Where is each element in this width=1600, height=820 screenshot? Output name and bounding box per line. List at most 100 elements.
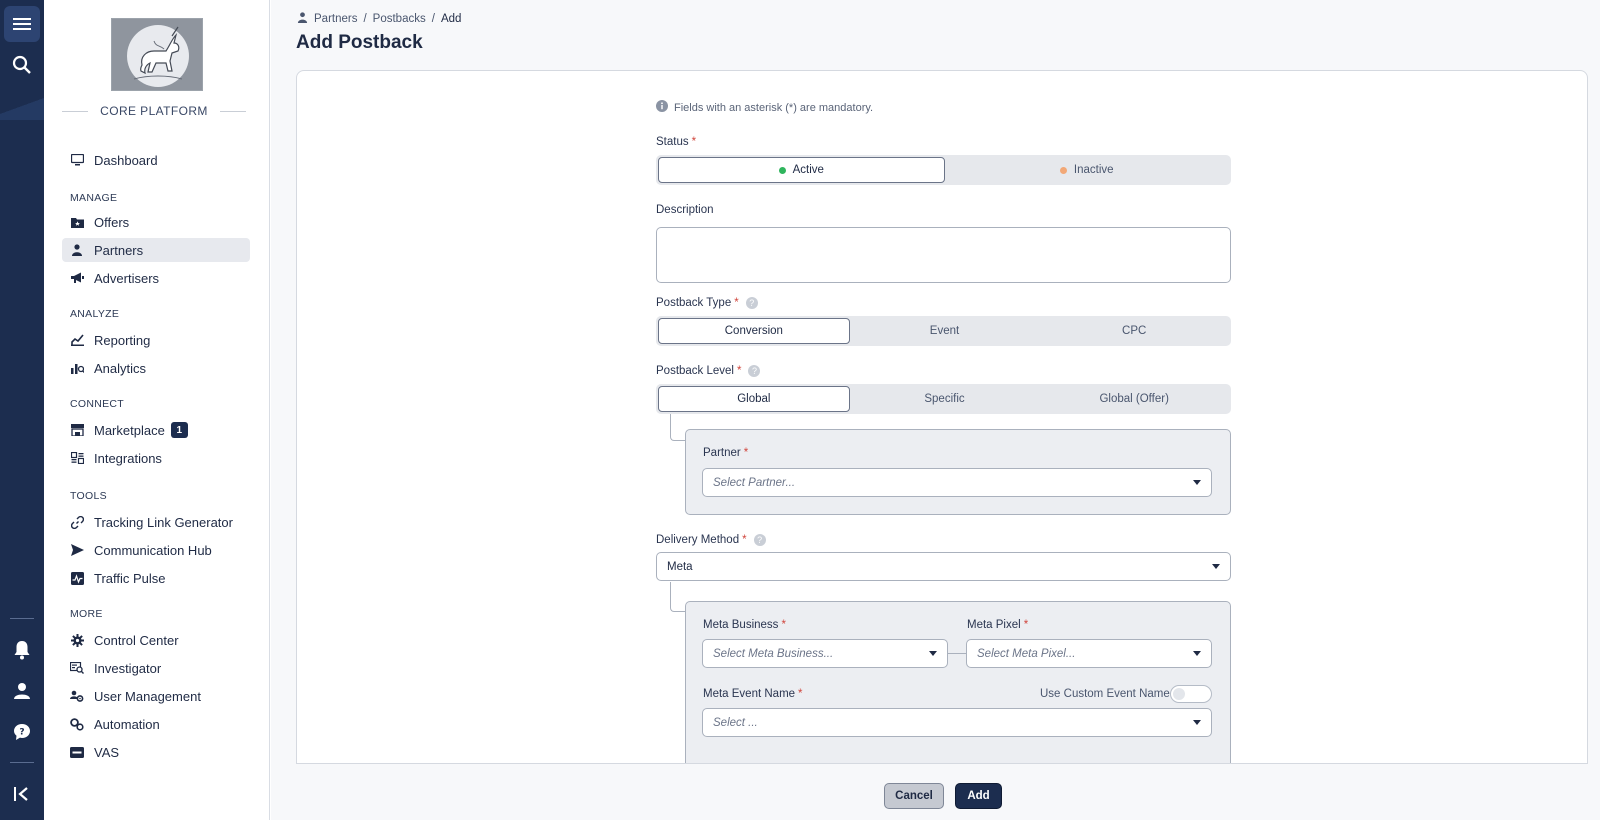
automation-icon bbox=[70, 717, 84, 731]
meta-business-select[interactable]: Select Meta Business... bbox=[702, 639, 948, 668]
add-button[interactable]: Add bbox=[955, 783, 1002, 809]
option-label: Global bbox=[737, 393, 771, 405]
status-option-active[interactable]: Active bbox=[658, 157, 945, 183]
sidebar-item-advertisers[interactable]: Advertisers bbox=[62, 266, 250, 290]
link-icon bbox=[70, 515, 84, 529]
chevron-down-icon bbox=[1193, 720, 1201, 725]
required-mark: * bbox=[737, 365, 742, 377]
sidebar-item-partners[interactable]: Partners bbox=[62, 238, 250, 262]
investigator-icon bbox=[70, 661, 84, 675]
profile-button[interactable] bbox=[8, 677, 36, 705]
megaphone-icon bbox=[70, 271, 84, 285]
postback-type-toggle: Conversion Event CPC bbox=[656, 316, 1231, 346]
meta-business-label: Meta Business * bbox=[703, 619, 786, 631]
help-icon[interactable]: ? bbox=[745, 297, 758, 309]
sidebar-item-label: Integrations bbox=[94, 450, 162, 466]
delivery-method-select[interactable]: Meta bbox=[656, 552, 1231, 581]
postback-type-option-cpc[interactable]: CPC bbox=[1039, 318, 1229, 344]
sidebar-item-dashboard[interactable]: Dashboard bbox=[62, 148, 250, 172]
section-title-tools: TOOLS bbox=[70, 490, 107, 502]
meta-subpanel: Meta Business * Select Meta Business... M… bbox=[685, 601, 1231, 763]
custom-event-toggle[interactable] bbox=[1170, 685, 1212, 703]
label-text: Meta Event Name bbox=[703, 688, 796, 700]
svg-text:?: ? bbox=[19, 728, 24, 738]
help-button[interactable]: ? bbox=[8, 718, 36, 746]
status-option-inactive[interactable]: Inactive bbox=[945, 157, 1230, 183]
partner-icon bbox=[297, 12, 308, 26]
help-icon[interactable]: ? bbox=[748, 365, 761, 377]
partner-label: Partner * bbox=[703, 447, 748, 459]
description-label: Description bbox=[656, 204, 714, 216]
meta-pixel-label: Meta Pixel * bbox=[967, 619, 1028, 631]
sidebar-item-label: Offers bbox=[94, 214, 130, 230]
sidebar-item-label: Investigator bbox=[94, 660, 162, 676]
required-mark: * bbox=[1023, 619, 1029, 631]
tree-connector bbox=[670, 414, 686, 441]
unicorn-logo-image bbox=[112, 19, 202, 90]
collapse-sidebar-button[interactable] bbox=[8, 780, 36, 808]
label-text: Delivery Method bbox=[656, 534, 740, 546]
sidebar-item-traffic-pulse[interactable]: Traffic Pulse bbox=[62, 566, 250, 590]
search-button[interactable] bbox=[8, 51, 36, 79]
select-placeholder: Select Meta Pixel... bbox=[977, 647, 1076, 660]
postback-type-option-conversion[interactable]: Conversion bbox=[658, 318, 850, 344]
sidebar-item-label: Dashboard bbox=[94, 152, 158, 168]
rail-accent bbox=[0, 92, 44, 120]
help-icon[interactable]: ? bbox=[753, 534, 766, 546]
chevron-down-icon bbox=[1193, 651, 1201, 656]
brand-divider-right bbox=[219, 110, 246, 112]
breadcrumb-postbacks-link[interactable]: Postbacks bbox=[373, 13, 426, 25]
meta-event-name-select[interactable]: Select ... bbox=[702, 708, 1212, 737]
custom-event-label: Use Custom Event Name bbox=[1040, 688, 1170, 700]
notifications-button[interactable] bbox=[8, 636, 36, 664]
select-placeholder: Select Meta Business... bbox=[713, 647, 834, 660]
label-text: Use Custom Event Name bbox=[1040, 688, 1170, 700]
rail-divider bbox=[10, 762, 34, 763]
cancel-button[interactable]: Cancel bbox=[884, 783, 944, 809]
description-textarea[interactable] bbox=[656, 227, 1231, 283]
chart-icon bbox=[70, 333, 84, 347]
option-label: CPC bbox=[1122, 325, 1147, 337]
option-label: Global (Offer) bbox=[1099, 393, 1169, 405]
postback-level-toggle: Global Specific Global (Offer) bbox=[656, 384, 1231, 414]
sidebar-item-control-center[interactable]: Control Center bbox=[62, 628, 250, 652]
sidebar-item-marketplace[interactable]: Marketplace 1 bbox=[62, 418, 250, 442]
sidebar-item-vas[interactable]: VAS bbox=[62, 740, 250, 764]
required-mark: * bbox=[742, 534, 747, 546]
postback-level-option-global-offer[interactable]: Global (Offer) bbox=[1039, 386, 1229, 412]
sidebar-item-communication-hub[interactable]: Communication Hub bbox=[62, 538, 250, 562]
sidebar-item-label: Advertisers bbox=[94, 270, 160, 286]
partner-select[interactable]: Select Partner... bbox=[702, 468, 1212, 497]
postback-level-option-specific[interactable]: Specific bbox=[850, 386, 1040, 412]
meta-event-name-label: Meta Event Name * bbox=[703, 688, 803, 700]
sidebar-item-integrations[interactable]: Integrations bbox=[62, 446, 250, 470]
sidebar-item-automation[interactable]: Automation bbox=[62, 712, 250, 736]
sidebar-item-reporting[interactable]: Reporting bbox=[62, 328, 250, 352]
menu-button[interactable] bbox=[4, 6, 40, 42]
sidebar-item-offers[interactable]: Offers bbox=[62, 210, 250, 234]
section-title-manage: MANAGE bbox=[70, 192, 118, 204]
bell-icon bbox=[14, 641, 30, 660]
sidebar-item-analytics[interactable]: Analytics bbox=[62, 356, 250, 380]
label-text: Postback Level bbox=[656, 365, 734, 377]
sidebar-item-label: Tracking Link Generator bbox=[94, 514, 233, 530]
required-mark: * bbox=[734, 297, 739, 309]
brand-logo bbox=[111, 18, 203, 91]
label-text: Postback Type bbox=[656, 297, 732, 309]
meta-pixel-select[interactable]: Select Meta Pixel... bbox=[966, 639, 1212, 668]
postback-type-option-event[interactable]: Event bbox=[850, 318, 1040, 344]
option-label: Conversion bbox=[724, 325, 783, 337]
breadcrumb-partners-link[interactable]: Partners bbox=[314, 13, 357, 25]
postback-level-option-global[interactable]: Global bbox=[658, 386, 850, 412]
sidebar-item-investigator[interactable]: Investigator bbox=[62, 656, 250, 680]
gear-icon bbox=[70, 633, 84, 647]
sidebar-item-tracking-link-generator[interactable]: Tracking Link Generator bbox=[62, 510, 250, 534]
sidebar-item-user-management[interactable]: User Management bbox=[62, 684, 250, 708]
main-content: Partners / Postbacks / Add Add Postback … bbox=[271, 0, 1600, 820]
toggle-knob bbox=[1173, 688, 1185, 700]
label-text: Status bbox=[656, 136, 689, 148]
label-text: Meta Pixel bbox=[967, 619, 1021, 631]
hamburger-icon bbox=[13, 18, 31, 30]
sidebar-item-label: Partners bbox=[94, 242, 144, 258]
status-toggle: Active Inactive bbox=[656, 155, 1231, 185]
